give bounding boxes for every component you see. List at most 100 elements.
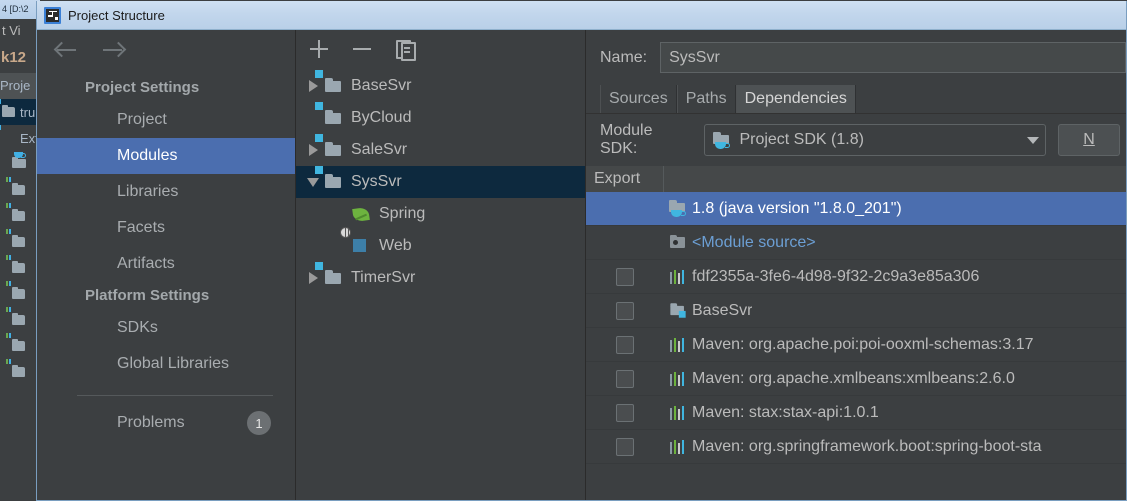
tree-item-label: TimerSvr	[351, 269, 416, 286]
sidebar-item-project[interactable]: Project	[37, 102, 295, 138]
dependencies-table-header: Export	[586, 166, 1126, 192]
dialog-titlebar[interactable]: Project Structure	[37, 1, 1126, 30]
tab-dependencies[interactable]: Dependencies	[735, 85, 856, 113]
export-checkbox-cell[interactable]	[586, 369, 664, 388]
module-icon	[315, 261, 344, 287]
tree-item-syssvr[interactable]: SysSvr	[296, 165, 585, 198]
chevron-right-icon[interactable]	[302, 80, 324, 92]
modules-tree: BaseSvr ByCloud SaleSvr SysSvr Spring We…	[296, 69, 585, 294]
module-name-input[interactable]	[660, 42, 1126, 73]
export-checkbox[interactable]	[616, 369, 634, 388]
library-folder-icon	[6, 359, 27, 380]
minus-icon[interactable]	[349, 36, 375, 62]
new-sdk-button[interactable]: N	[1058, 124, 1120, 156]
dialog-title: Project Structure	[68, 7, 165, 23]
section-header-platform-settings: Platform Settings	[85, 287, 210, 304]
background-ide-project-tree: tru Ext	[0, 99, 40, 385]
library-icon	[664, 405, 692, 420]
export-checkbox-cell[interactable]	[586, 267, 664, 286]
library-folder-icon	[6, 255, 27, 276]
list-item[interactable]	[0, 281, 40, 307]
table-row[interactable]: Maven: org.springframework.boot:spring-b…	[586, 430, 1126, 464]
library-folder-icon	[6, 229, 27, 250]
tree-item-basesvr[interactable]: BaseSvr	[296, 69, 585, 102]
library-icon	[664, 337, 692, 352]
list-item[interactable]	[0, 255, 40, 281]
library-folder-icon	[6, 203, 27, 224]
table-row[interactable]: fdf2355a-3fe6-4d98-9f32-2c9a3e85a306	[586, 260, 1126, 294]
tree-item-salesvr[interactable]: SaleSvr	[296, 133, 585, 166]
tree-item-timersvr[interactable]: TimerSvr	[296, 261, 585, 294]
arrow-right-icon[interactable]	[100, 39, 127, 61]
tab-paths[interactable]: Paths	[676, 85, 736, 113]
list-item[interactable]	[0, 151, 40, 177]
list-item[interactable]	[0, 177, 40, 203]
list-item[interactable]	[0, 359, 40, 385]
sidebar-item-global-libraries[interactable]: Global Libraries	[37, 346, 295, 382]
table-row[interactable]: Maven: stax:stax-api:1.0.1	[586, 396, 1126, 430]
module-detail-panel: Name: Sources Paths Dependencies Module …	[586, 30, 1126, 500]
tab-sources[interactable]: Sources	[600, 85, 677, 113]
export-checkbox[interactable]	[616, 267, 634, 286]
dependency-label: Maven: org.springframework.boot:spring-b…	[692, 437, 1042, 455]
list-item[interactable]	[0, 333, 40, 359]
dependency-label: 1.8 (java version "1.8.0_201")	[692, 199, 902, 217]
background-ide-menubar[interactable]: t Vi	[0, 19, 40, 43]
screen: 4 [D:\2 t Vi k12 Proje tru Ext Project S…	[0, 0, 1127, 501]
library-folder-icon	[6, 307, 27, 328]
chevron-right-icon[interactable]	[302, 144, 324, 156]
sidebar-item-modules[interactable]: Modules	[37, 138, 295, 174]
plus-icon[interactable]	[306, 36, 332, 62]
table-row[interactable]: <Module source>	[586, 226, 1126, 260]
export-checkbox[interactable]	[616, 335, 634, 354]
chevron-down-icon	[1027, 136, 1039, 144]
dependency-label: BaseSvr	[692, 301, 753, 319]
sidebar-item-problems[interactable]: Problems 1	[37, 405, 295, 441]
intellij-idea-logo-icon	[44, 6, 61, 24]
sidebar-item-artifacts[interactable]: Artifacts	[37, 246, 295, 282]
module-tabs: Sources Paths Dependencies	[586, 85, 1126, 114]
list-item[interactable]	[0, 203, 40, 229]
table-row[interactable]: BaseSvr	[586, 294, 1126, 328]
export-checkbox[interactable]	[616, 403, 634, 422]
module-sdk-select[interactable]: Project SDK (1.8)	[704, 124, 1046, 156]
export-checkbox-cell[interactable]	[586, 403, 664, 422]
column-header-export[interactable]: Export	[586, 166, 664, 192]
export-checkbox-cell[interactable]	[586, 437, 664, 456]
spring-icon	[352, 206, 372, 223]
export-checkbox-cell[interactable]	[586, 335, 664, 354]
arrow-left-icon[interactable]	[53, 39, 80, 61]
table-row[interactable]: 1.8 (java version "1.8.0_201")	[586, 192, 1126, 226]
tree-item-bycloud[interactable]: ByCloud	[296, 101, 585, 134]
table-row[interactable]: Maven: org.apache.xmlbeans:xmlbeans:2.6.…	[586, 362, 1126, 396]
tree-item-spring[interactable]: Spring	[296, 198, 585, 230]
export-checkbox[interactable]	[616, 301, 634, 320]
export-checkbox[interactable]	[616, 437, 634, 456]
export-checkbox-cell[interactable]	[586, 301, 664, 320]
list-item[interactable]: Ext	[0, 125, 40, 151]
tree-item-label: ByCloud	[351, 109, 412, 126]
copy-icon[interactable]	[392, 36, 418, 62]
module-icon	[315, 101, 344, 127]
module-icon	[315, 69, 344, 95]
tree-item-label: SysSvr	[351, 173, 402, 190]
list-item[interactable]: tru	[0, 99, 40, 125]
sidebar-item-facets[interactable]: Facets	[37, 210, 295, 246]
module-source-icon	[664, 235, 692, 250]
sidebar-item-sdks[interactable]: SDKs	[37, 310, 295, 346]
project-structure-dialog: Project Structure Project Settings Proje…	[36, 1, 1127, 501]
dependency-label: fdf2355a-3fe6-4d98-9f32-2c9a3e85a306	[692, 267, 980, 285]
list-item[interactable]	[0, 229, 40, 255]
background-ide-tab[interactable]: Proje	[0, 73, 40, 99]
tree-item-label: BaseSvr	[351, 77, 412, 94]
chevron-down-icon[interactable]	[302, 177, 324, 187]
library-folder-icon	[6, 281, 27, 302]
list-item[interactable]	[0, 307, 40, 333]
sidebar-item-libraries[interactable]: Libraries	[37, 174, 295, 210]
module-sdk-row: Module SDK: Project SDK (1.8) N	[586, 114, 1126, 166]
table-row[interactable]: Maven: org.apache.poi:poi-ooxml-schemas:…	[586, 328, 1126, 362]
tree-item-web[interactable]: Web	[296, 226, 585, 262]
sdk-folder-icon	[664, 200, 692, 217]
chevron-right-icon[interactable]	[302, 272, 324, 284]
web-icon	[340, 226, 372, 255]
